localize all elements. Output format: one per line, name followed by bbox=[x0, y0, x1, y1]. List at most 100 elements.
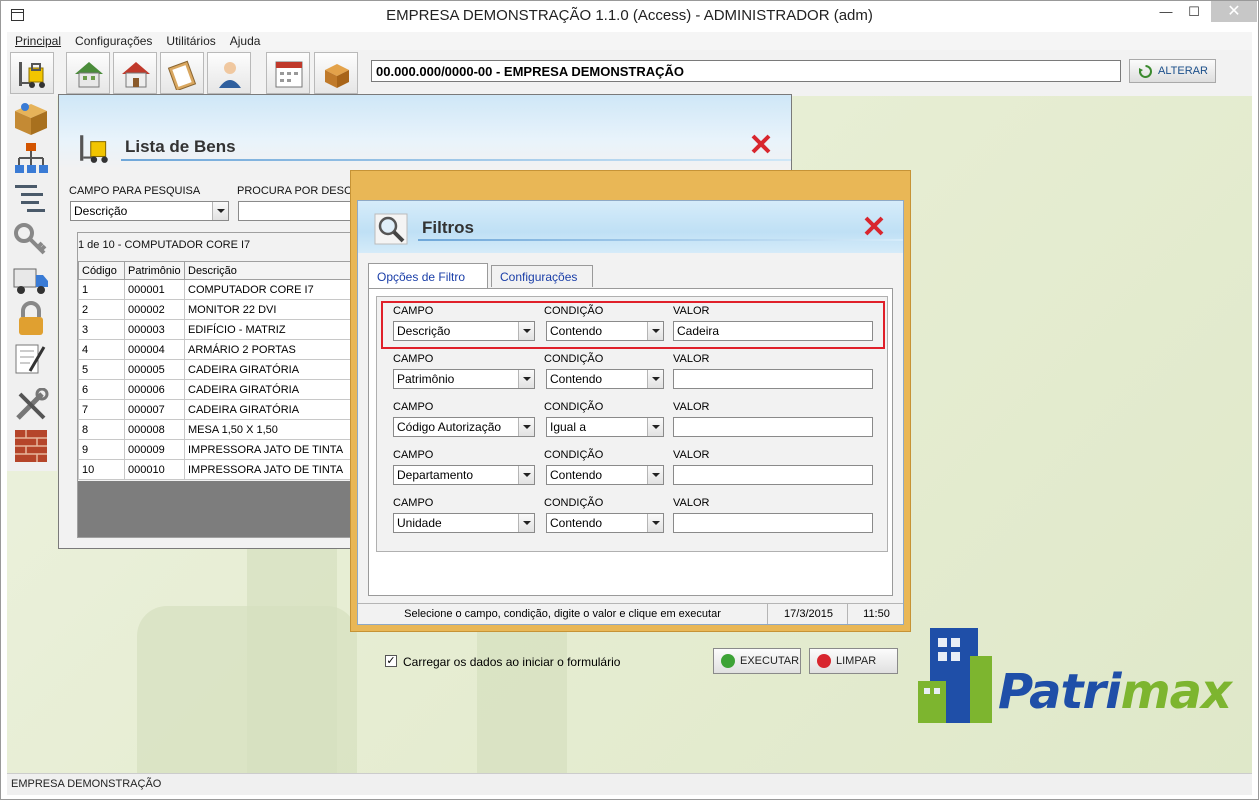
menu-ajuda[interactable]: Ajuda bbox=[222, 32, 267, 48]
campo-select[interactable]: Patrimônio bbox=[393, 369, 535, 389]
main-window: EMPRESA DEMONSTRAÇÃO 1.1.0 (Access) - AD… bbox=[0, 0, 1259, 800]
campo-label: CAMPO bbox=[393, 305, 434, 317]
sidebar-seguranca-button[interactable] bbox=[12, 301, 52, 339]
chevron-down-icon[interactable] bbox=[647, 466, 663, 484]
campo-select[interactable]: Unidade bbox=[393, 513, 535, 533]
executar-button[interactable]: EXECUTAR bbox=[713, 648, 801, 674]
chevron-down-icon[interactable] bbox=[518, 466, 534, 484]
maximize-button[interactable]: ☐ bbox=[1181, 1, 1207, 22]
truck-icon bbox=[13, 268, 48, 294]
toolbar-empresa-button[interactable] bbox=[66, 52, 110, 94]
toolbar-package-button[interactable] bbox=[314, 52, 358, 94]
record-position: 1 de 10 - COMPUTADOR CORE I7 bbox=[78, 239, 251, 251]
toolbar-clipboard-button[interactable] bbox=[160, 52, 204, 94]
menu-utilitarios[interactable]: Utilitários bbox=[158, 32, 221, 48]
menu-principal[interactable]: Principal bbox=[7, 32, 67, 48]
table-row[interactable]: 8 000008 MESA 1,50 X 1,50 bbox=[78, 419, 368, 440]
condicao-select[interactable]: Contendo bbox=[546, 369, 664, 389]
chevron-down-icon[interactable] bbox=[647, 418, 663, 436]
logo-wordmark: Patrimax bbox=[998, 664, 1232, 720]
procura-input[interactable] bbox=[238, 201, 353, 221]
sidebar-hierarquia-button[interactable] bbox=[12, 181, 52, 219]
toolbar-calendar-button[interactable] bbox=[266, 52, 310, 94]
sidebar-sair-button[interactable] bbox=[12, 428, 52, 466]
close-icon[interactable] bbox=[750, 133, 772, 155]
filter-row: CAMPO CONDIÇÃO VALOR Código Autorização Igua… bbox=[377, 401, 887, 447]
table-row[interactable]: 1 000001 COMPUTADOR CORE I7 bbox=[78, 279, 368, 300]
bg-tower-shape bbox=[247, 546, 337, 773]
sidebar-cadastro-button[interactable] bbox=[12, 101, 52, 139]
cell-descricao: IMPRESSORA JATO DE TINTA bbox=[184, 459, 368, 480]
table-row[interactable]: 2 000002 MONITOR 22 DVI bbox=[78, 299, 368, 320]
table-row[interactable]: 9 000009 IMPRESSORA JATO DE TINTA bbox=[78, 439, 368, 460]
chevron-down-icon[interactable] bbox=[518, 514, 534, 532]
sidebar-documentos-button[interactable] bbox=[12, 341, 52, 379]
minimize-button[interactable]: — bbox=[1153, 1, 1179, 22]
valor-input[interactable] bbox=[673, 369, 873, 389]
status-company: EMPRESA DEMONSTRAÇÃO bbox=[11, 778, 162, 790]
valor-input[interactable] bbox=[673, 417, 873, 437]
carregar-dados-label: Carregar os dados ao iniciar o formulári… bbox=[403, 655, 621, 669]
chevron-down-icon[interactable] bbox=[518, 418, 534, 436]
table-row[interactable]: 3 000003 EDIFÍCIO - MATRIZ bbox=[78, 319, 368, 340]
chevron-down-icon[interactable] bbox=[518, 370, 534, 388]
status-hint: Selecione o campo, condição, digite o va… bbox=[358, 604, 768, 624]
condicao-select[interactable]: Contendo bbox=[546, 513, 664, 533]
toolbar-unidade-button[interactable] bbox=[113, 52, 157, 94]
chevron-down-icon[interactable] bbox=[647, 322, 663, 340]
chevron-down-icon[interactable] bbox=[212, 202, 228, 220]
status-date: 17/3/2015 bbox=[770, 604, 848, 624]
forklift-icon bbox=[80, 135, 108, 163]
filter-rows-frame: CAMPO CONDIÇÃO VALOR Descrição Contendo Cadei… bbox=[376, 296, 888, 552]
sidebar-ferramentas-button[interactable] bbox=[12, 387, 52, 426]
box-icon bbox=[15, 103, 47, 135]
carregar-dados-checkbox[interactable]: ✓ bbox=[385, 655, 397, 667]
condicao-value: Contendo bbox=[550, 324, 603, 338]
toolbar-bens-button[interactable] bbox=[10, 52, 54, 94]
company-field[interactable]: 00.000.000/0000-00 - EMPRESA DEMONSTRAÇÃ… bbox=[371, 60, 1121, 82]
table-row[interactable]: 5 000005 CADEIRA GIRATÓRIA bbox=[78, 359, 368, 380]
cell-patrimonio: 000003 bbox=[124, 319, 185, 340]
menu-configuracoes[interactable]: Configurações bbox=[67, 32, 158, 48]
table-row[interactable]: 7 000007 CADEIRA GIRATÓRIA bbox=[78, 399, 368, 420]
campo-select[interactable]: Departamento bbox=[393, 465, 535, 485]
table-row[interactable]: 10 000010 IMPRESSORA JATO DE TINTA bbox=[78, 459, 368, 480]
campo-label: CAMPO bbox=[393, 401, 434, 413]
close-icon[interactable] bbox=[863, 215, 885, 237]
condicao-select[interactable]: Contendo bbox=[546, 321, 664, 341]
close-window-button[interactable]: ✕ bbox=[1211, 1, 1257, 22]
sidebar-transferencia-button[interactable] bbox=[12, 261, 52, 299]
valor-input[interactable] bbox=[673, 513, 873, 533]
condicao-select[interactable]: Contendo bbox=[546, 465, 664, 485]
condicao-label: CONDIÇÃO bbox=[544, 449, 604, 461]
valor-input[interactable]: Cadeira bbox=[673, 321, 873, 341]
campo-select[interactable]: Descrição bbox=[393, 321, 535, 341]
table-row[interactable]: 4 000004 ARMÁRIO 2 PORTAS bbox=[78, 339, 368, 360]
chevron-down-icon[interactable] bbox=[518, 322, 534, 340]
campo-select[interactable]: Código Autorização bbox=[393, 417, 535, 437]
tab-configuracoes[interactable]: Configurações bbox=[491, 265, 593, 287]
column-header-patrimonio[interactable]: Patrimônio bbox=[124, 261, 185, 280]
chevron-down-icon[interactable] bbox=[647, 370, 663, 388]
campo-pesquisa-label: CAMPO PARA PESQUISA bbox=[69, 185, 201, 197]
toolbar-usuario-button[interactable] bbox=[207, 52, 251, 94]
sidebar-organograma-button[interactable] bbox=[12, 141, 52, 179]
logo-text-blue: Patri bbox=[998, 664, 1122, 720]
column-header-descricao[interactable]: Descrição bbox=[184, 261, 368, 280]
limpar-button[interactable]: LIMPAR bbox=[809, 648, 898, 674]
valor-input[interactable] bbox=[673, 465, 873, 485]
column-header-codigo[interactable]: Código bbox=[78, 261, 125, 280]
condicao-select[interactable]: Igual a bbox=[546, 417, 664, 437]
title-bar: EMPRESA DEMONSTRAÇÃO 1.1.0 (Access) - AD… bbox=[1, 1, 1258, 32]
tab-opcoes-de-filtro[interactable]: Opções de Filtro bbox=[368, 263, 488, 289]
chevron-down-icon[interactable] bbox=[647, 514, 663, 532]
campo-value: Código Autorização bbox=[397, 420, 502, 434]
toolbar: 00.000.000/0000-00 - EMPRESA DEMONSTRAÇÃ… bbox=[7, 50, 1252, 96]
campo-value: Departamento bbox=[397, 468, 474, 482]
sidebar-chaves-button[interactable] bbox=[12, 221, 52, 259]
alterar-button[interactable]: ALTERAR bbox=[1129, 59, 1216, 83]
header-underline bbox=[418, 239, 903, 241]
table-row[interactable]: 6 000006 CADEIRA GIRATÓRIA bbox=[78, 379, 368, 400]
campo-pesquisa-select[interactable]: Descrição bbox=[70, 201, 229, 221]
valor-label: VALOR bbox=[673, 449, 710, 461]
